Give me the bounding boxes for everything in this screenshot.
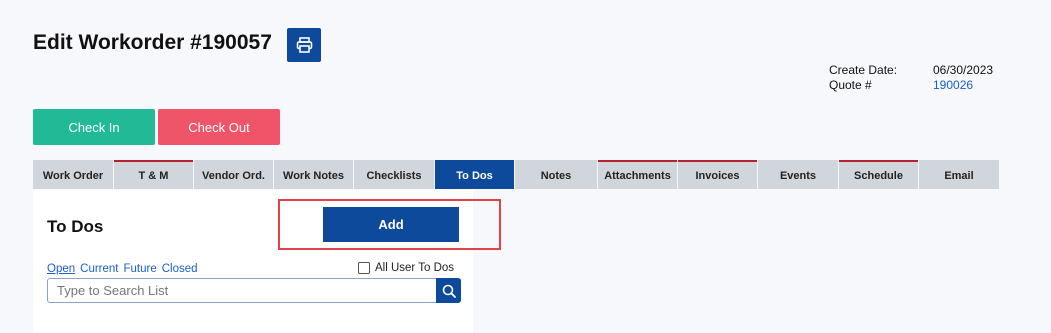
filter-closed[interactable]: Closed [162, 263, 198, 275]
tab-email[interactable]: Email [919, 160, 999, 189]
tab-invoices[interactable]: Invoices [678, 160, 757, 189]
tab-work-order[interactable]: Work Order [33, 160, 113, 189]
tab-t-and-m[interactable]: T & M [114, 160, 193, 189]
todo-search-box [47, 278, 461, 303]
workorder-tabs: Work Order T & M Vendor Ord. Work Notes … [33, 160, 1000, 189]
tab-schedule[interactable]: Schedule [839, 160, 918, 189]
create-date-value: 06/30/2023 [933, 63, 994, 77]
search-button[interactable] [436, 278, 461, 303]
todos-panel: To Dos Add Open Current Future Closed Al… [33, 190, 501, 333]
filter-current[interactable]: Current [80, 263, 118, 275]
todo-filters: Open Current Future Closed [47, 263, 198, 275]
tab-vendor-orders[interactable]: Vendor Ord. [194, 160, 273, 189]
filter-open[interactable]: Open [47, 263, 75, 275]
tab-checklists[interactable]: Checklists [354, 160, 434, 189]
check-out-button[interactable]: Check Out [158, 109, 280, 145]
tab-events[interactable]: Events [758, 160, 838, 189]
todo-search-input[interactable] [48, 279, 428, 302]
all-user-todos-toggle[interactable]: All User To Dos [358, 262, 454, 274]
check-in-button[interactable]: Check In [33, 109, 155, 145]
tab-work-notes[interactable]: Work Notes [274, 160, 353, 189]
printer-icon [296, 37, 312, 53]
filter-future[interactable]: Future [124, 263, 157, 275]
quote-link[interactable]: 190026 [933, 78, 973, 93]
search-icon [442, 284, 456, 298]
add-todo-button[interactable]: Add [323, 207, 459, 242]
quote-label: Quote # [829, 78, 872, 92]
tab-notes[interactable]: Notes [515, 160, 597, 189]
tab-to-dos[interactable]: To Dos [435, 160, 514, 189]
all-user-todos-label: All User To Dos [375, 262, 455, 274]
todos-title: To Dos [47, 217, 104, 236]
workorder-meta: Create Date: 06/30/2023 Quote # 190026 [829, 63, 993, 93]
print-button[interactable] [287, 28, 321, 62]
page-title: Edit Workorder #190057 [33, 31, 272, 54]
all-user-todos-checkbox[interactable] [358, 262, 370, 274]
tab-attachments[interactable]: Attachments [598, 160, 677, 189]
create-date-label: Create Date: [829, 63, 898, 77]
